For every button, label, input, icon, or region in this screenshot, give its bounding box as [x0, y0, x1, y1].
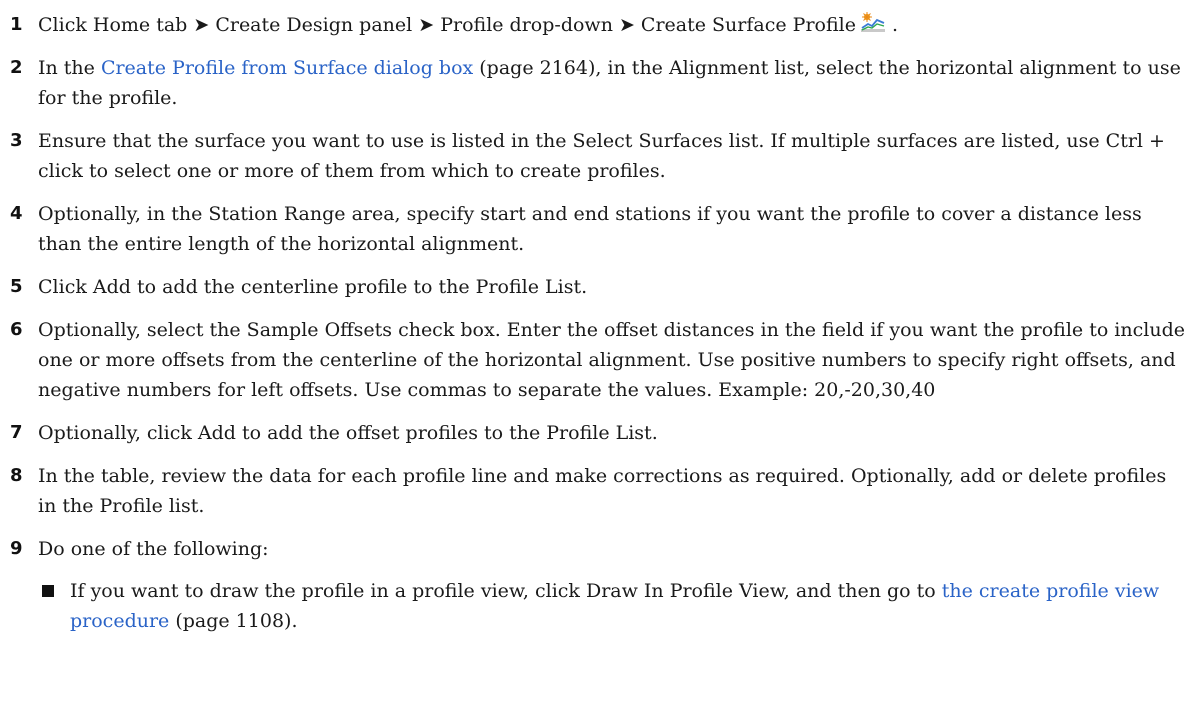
step-3: 3 Ensure that the surface you want to us…	[10, 126, 1190, 186]
step-1: 1 Click Home tab ➤ Create Design panel ➤…	[10, 10, 1190, 40]
step-7: 7 Optionally, click Add to add the offse…	[10, 418, 1190, 448]
step-4: 4 Optionally, in the Station Range area,…	[10, 199, 1190, 259]
step-number: 9	[10, 538, 23, 559]
step-number: 3	[10, 130, 23, 151]
square-bullet-icon	[42, 585, 54, 597]
step-6: 6 Optionally, select the Sample Offsets …	[10, 315, 1190, 405]
step-text: Ensure that the surface you want to use …	[38, 130, 1165, 182]
step-8: 8 In the table, review the data for each…	[10, 461, 1190, 521]
step-text: Optionally, in the Station Range area, s…	[38, 203, 1142, 255]
step-5: 5 Click Add to add the centerline profil…	[10, 272, 1190, 302]
step-number: 5	[10, 276, 23, 297]
step-text: Do one of the following:	[38, 538, 269, 560]
step-text: Optionally, click Add to add the offset …	[38, 422, 658, 444]
procedure-steps: 1 Click Home tab ➤ Create Design panel ➤…	[10, 10, 1190, 649]
step-text: Click Add to add the centerline profile …	[38, 276, 588, 298]
bullet-text-tail: (page 1108).	[169, 610, 298, 632]
step-text: Click Home tab ➤ Create Design panel ➤ P…	[38, 14, 856, 36]
step-text: In the	[38, 57, 101, 79]
step-number: 1	[10, 14, 23, 35]
bullet-item-draw-profile-view: If you want to draw the profile in a pro…	[38, 576, 1190, 636]
step-number: 4	[10, 203, 23, 224]
bullet-text: If you want to draw the profile in a pro…	[70, 580, 942, 602]
step-number: 2	[10, 57, 23, 78]
step-9: 9 Do one of the following: If you want t…	[10, 534, 1190, 636]
step-text-tail: .	[885, 14, 899, 36]
create-profile-dialog-link[interactable]: Create Profile from Surface dialog box	[101, 57, 473, 79]
step-text: Optionally, select the Sample Offsets ch…	[38, 319, 1185, 401]
create-surface-profile-icon	[860, 12, 886, 34]
step-2: 2 In the Create Profile from Surface dia…	[10, 53, 1190, 113]
step-number: 6	[10, 319, 23, 340]
step-number: 7	[10, 422, 23, 443]
step-number: 8	[10, 465, 23, 486]
step-text: In the table, review the data for each p…	[38, 465, 1167, 517]
